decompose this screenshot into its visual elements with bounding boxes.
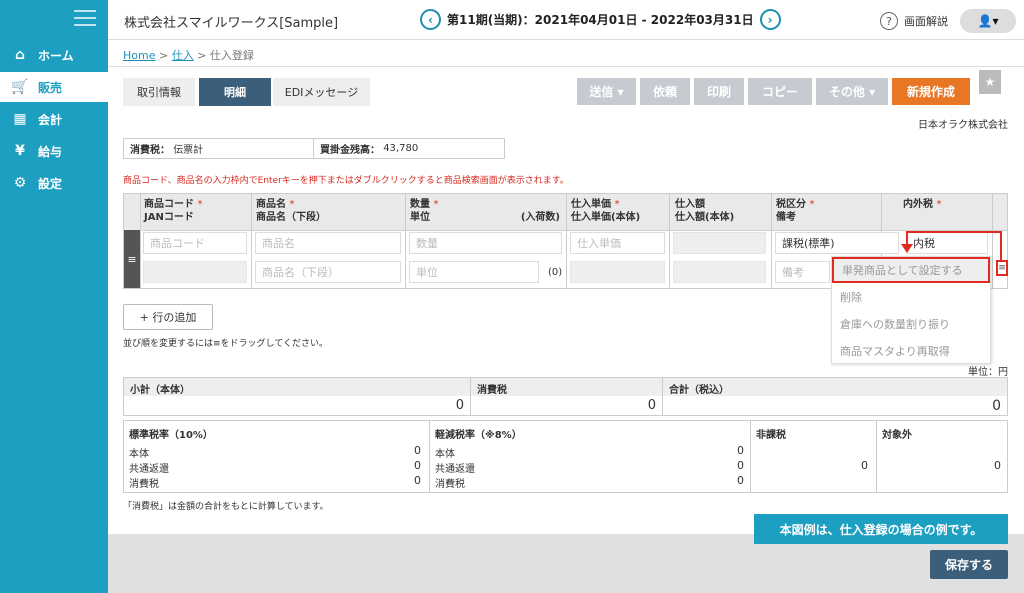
row-context-menu: 単発商品として設定する 削除 倉庫への数量割り振り 商品マスタより再取得 [831,256,991,364]
user-menu-button[interactable]: 👤▾ [960,9,1016,33]
chevron-left-icon[interactable]: ‹ [420,9,441,30]
product-code-input[interactable]: 商品コード [143,232,247,254]
money-bag-icon: ¥ [15,143,25,159]
calc-note: 「消費税」は金額の合計をもとに計算しています。 [123,502,329,512]
menu-item-set-single-product[interactable]: 単発商品として設定する [832,257,990,283]
row-menu-icon[interactable]: ≡ [996,260,1008,276]
total-value: 0 [992,398,1001,414]
home-icon: ⌂ [14,47,26,63]
sidebar-item-sales[interactable]: 🛒 販売 [0,72,108,102]
gear-icon: ⚙ [13,175,27,191]
annotation-arrowhead [901,244,913,253]
subtotal-value: 0 [455,398,464,413]
tax-label: 消費税 [471,378,662,396]
per-case-value: (0) [548,267,563,278]
sidebar-item-accounting[interactable]: ▦ 会計 [0,104,108,134]
product-name-lower-input[interactable]: 商品名（下段） [255,261,401,283]
cart-icon: 🛒 [11,79,29,95]
total-label: 合計（税込） [663,378,1007,396]
copy-button[interactable]: コピー [748,78,812,105]
divider [108,66,1024,67]
tax-class-select[interactable]: 課税(標準) [775,232,899,254]
new-button[interactable]: 新規作成 [892,78,970,105]
unit-label: 単位：円 [968,367,1008,378]
drag-hint: 並び順を変更するには≡をドラッグしてください。 [123,339,329,349]
amount-body-input[interactable] [673,261,766,283]
sidebar-item-payroll[interactable]: ¥ 給与 [0,136,108,166]
totals-table: 小計（本体） 0 消費税 0 合計（税込） 0 [123,377,1008,416]
unit-price-input[interactable]: 仕入単価 [570,232,665,254]
partner-name: 日本オラク株式会社 [918,120,1008,131]
other-button[interactable]: その他 ▾ [816,78,888,105]
remarks-input[interactable]: 備考 [775,261,830,283]
sidebar-item-home[interactable]: ⌂ ホーム [0,40,108,70]
sidebar: ⌂ ホーム 🛒 販売 ▦ 会計 ¥ 給与 ⚙ 設定 [0,0,108,593]
breadcrumb-purchase[interactable]: 仕入 [172,49,194,62]
company-name: 株式会社スマイルワークス[Sample] [124,16,339,31]
example-caption: 本図例は、仕入登録の場合の例です。 [754,514,1008,544]
tax-inclusion-select[interactable]: 内税 [906,232,988,254]
unit-price-body-input[interactable] [570,261,665,283]
tab-transaction-info[interactable]: 取引情報 [123,78,195,106]
star-icon[interactable]: ★ [979,70,1001,94]
unit-input[interactable]: 単位 [409,261,539,283]
tab-edi-message[interactable]: EDIメッセージ [273,78,370,106]
amount-input[interactable] [673,232,766,254]
menu-icon[interactable] [74,10,96,28]
breadcrumb-current: 仕入登録 [209,49,254,62]
send-button[interactable]: 送信 ▾ [577,78,636,105]
jan-code-input[interactable] [143,261,247,283]
chevron-right-icon[interactable]: › [759,9,781,30]
help-icon: ? [880,12,898,30]
save-button[interactable]: 保存する [930,550,1008,579]
menu-item-refetch-master[interactable]: 商品マスタより再取得 [832,338,990,364]
subtotal-label: 小計（本体） [124,378,470,396]
user-icon: 👤▾ [977,14,999,28]
breadcrumb-home[interactable]: Home [123,49,155,62]
quantity-input[interactable]: 数量 [409,232,562,254]
menu-item-warehouse-allocation[interactable]: 倉庫への数量割り振り [832,311,990,337]
annotation-arrow [906,231,1002,233]
product-name-input[interactable]: 商品名 [255,232,401,254]
sidebar-item-settings[interactable]: ⚙ 設定 [0,168,108,198]
print-button[interactable]: 印刷 [694,78,744,105]
search-note: 商品コード、商品名の入力枠内でEnterキーを押下またはダブルクリックすると商品… [123,176,569,186]
help-link[interactable]: ? 画面解説 [880,12,948,30]
period-selector: ‹ 第11期(当期)：2021年04月01日 - 2022年03月31日 › [420,9,781,30]
menu-item-delete[interactable]: 削除 [832,284,990,310]
period-label: 第11期(当期)：2021年04月01日 - 2022年03月31日 [447,13,754,27]
drag-handle[interactable]: ≡ [124,230,140,288]
request-button[interactable]: 依頼 [640,78,690,105]
breadcrumb: Home > 仕入 > 仕入登録 [123,49,254,62]
tax-value: 0 [647,398,656,413]
annotation-arrow [1000,231,1002,260]
info-box: 消費税： 伝票計 買掛金残高： 43,780 [123,138,505,159]
calculator-icon: ▦ [13,111,27,127]
top-header: 株式会社スマイルワークス[Sample] ‹ 第11期(当期)：2021年04月… [108,0,1024,40]
tab-details[interactable]: 明細 [199,78,271,106]
tax-rate-table: 標準税率（10%） 本体 共通返還 消費税 0 0 0 軽減税率（※8%） 本体… [123,420,1008,493]
add-row-button[interactable]: + 行の追加 [123,304,213,330]
